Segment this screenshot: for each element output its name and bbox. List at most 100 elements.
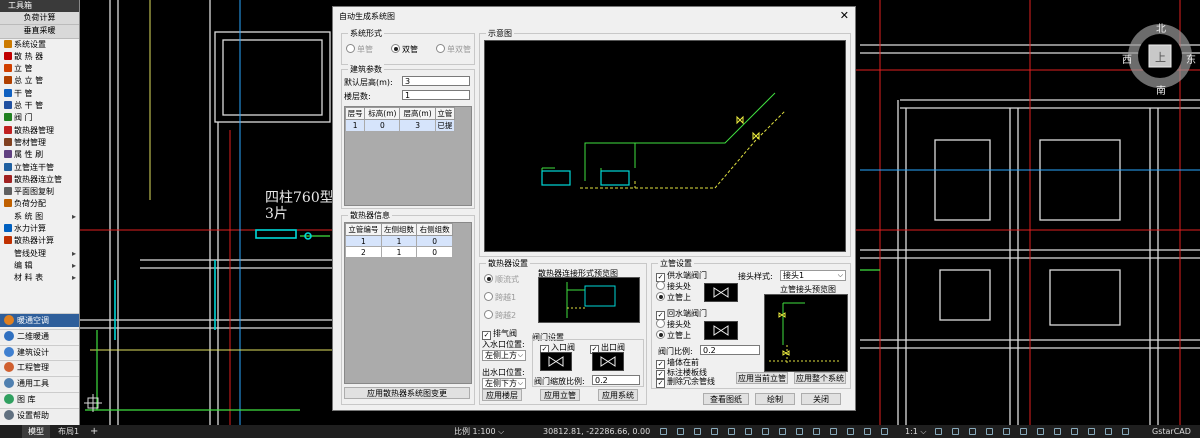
toolbox-header-0[interactable]: 负荷计算: [0, 12, 79, 26]
toolbox-item-4[interactable]: 干 管: [0, 88, 79, 100]
compass-south[interactable]: 南: [1156, 82, 1166, 97]
toolbox-item-10[interactable]: 立管连干管: [0, 162, 79, 174]
view-drawing-button[interactable]: 查看图纸: [703, 393, 749, 405]
return-position-radio-0[interactable]: 接头处: [656, 319, 691, 330]
supply-position-radio-1[interactable]: 立管上: [656, 292, 691, 303]
table-header[interactable]: 立管: [434, 107, 456, 120]
table-cell[interactable]: 1: [380, 246, 418, 258]
status-tool-icon[interactable]: [1037, 428, 1044, 435]
toolbox-item-15[interactable]: 水力计算: [0, 223, 79, 235]
compass-west[interactable]: 西: [1122, 51, 1132, 66]
status-tool-icon[interactable]: [711, 428, 718, 435]
toolbox-item-12[interactable]: 平面图复制: [0, 186, 79, 198]
status-tool-icon[interactable]: [1122, 428, 1129, 435]
status-tool-icon[interactable]: [969, 428, 976, 435]
valve-scale-input[interactable]: 0.2: [592, 375, 640, 385]
toolbox-item-1[interactable]: 散 热 器: [0, 51, 79, 63]
table-row[interactable]: 1 0 3 已提: [344, 119, 456, 132]
table-header[interactable]: 右侧组数: [416, 223, 453, 236]
floor-count-input[interactable]: 1: [402, 90, 470, 100]
status-tool-icon[interactable]: [1020, 428, 1027, 435]
close-button[interactable]: 关闭: [801, 393, 841, 405]
apply-floor-button[interactable]: 应用楼层: [482, 389, 522, 401]
status-tool-icon[interactable]: [864, 428, 871, 435]
toolbox-item-16[interactable]: 散热器计算: [0, 235, 79, 247]
valve-ratio-input[interactable]: 0.2: [700, 345, 760, 355]
module-tab-5[interactable]: 图 库: [0, 392, 79, 406]
tab-model[interactable]: 模型: [22, 425, 50, 438]
toolbox-item-13[interactable]: 负荷分配: [0, 198, 79, 210]
table-cell[interactable]: 0: [416, 246, 453, 258]
compass-top-face[interactable]: 上: [1155, 49, 1166, 65]
status-tool-icon[interactable]: [779, 428, 786, 435]
status-tool-icon[interactable]: [796, 428, 803, 435]
draw-button[interactable]: 绘制: [755, 393, 795, 405]
system-form-radio-0[interactable]: 单管: [346, 44, 373, 55]
viewcube-compass[interactable]: 北 南 西 东 上: [1120, 16, 1198, 97]
status-tool-icon[interactable]: [847, 428, 854, 435]
toolbox-item-2[interactable]: 立 管: [0, 63, 79, 75]
table-row[interactable]: 210: [345, 246, 453, 258]
annotation-scale[interactable]: 1:1 ⌵: [905, 425, 926, 438]
status-tool-icon[interactable]: [1088, 428, 1095, 435]
tab-layout1[interactable]: 布局1: [52, 425, 85, 438]
apply-riser-button[interactable]: 应用立管: [540, 389, 580, 401]
toolbox-item-9[interactable]: 属 性 刷: [0, 149, 79, 161]
status-tool-icon[interactable]: [1054, 428, 1061, 435]
outlet-position-select[interactable]: 左侧下方: [482, 378, 526, 389]
table-header[interactable]: 层高(m): [399, 107, 436, 120]
table-cell[interactable]: 2: [345, 246, 382, 258]
toolbox-item-18[interactable]: 编 辑 ▸: [0, 260, 79, 272]
status-tool-icon[interactable]: [952, 428, 959, 435]
toolbox-item-6[interactable]: 阀 门: [0, 112, 79, 124]
module-tab-3[interactable]: 工程管理: [0, 360, 79, 375]
toolbox-item-3[interactable]: 总 立 管: [0, 75, 79, 87]
apply-whole-system-button[interactable]: 应用整个系统: [794, 372, 846, 384]
system-form-radio-1[interactable]: 双管: [391, 44, 418, 55]
table-row[interactable]: 110: [345, 235, 453, 247]
module-tab-0[interactable]: 暖通空调: [0, 313, 79, 327]
status-tool-icon[interactable]: [1071, 428, 1078, 435]
radiator-type-radio-1[interactable]: 跨越1: [484, 292, 516, 303]
table-header[interactable]: 立管编号: [345, 223, 382, 236]
table-header[interactable]: 层号: [344, 107, 366, 120]
status-tool-icon[interactable]: [660, 428, 667, 435]
radiator-type-radio-0[interactable]: 顺流式: [484, 274, 519, 285]
supply-position-radio-0[interactable]: 接头处: [656, 281, 691, 292]
riser-option-checkbox-2[interactable]: ✓ 删除冗余管线: [656, 376, 715, 388]
scale-select[interactable]: 比例 1:100 ⌵: [454, 425, 504, 438]
toolbox-item-8[interactable]: 管材管理: [0, 137, 79, 149]
table-header[interactable]: 左侧组数: [380, 223, 418, 236]
status-tool-icon[interactable]: [728, 428, 735, 435]
toolbox-item-11[interactable]: 散热器连立管: [0, 174, 79, 186]
status-tool-icon[interactable]: [1003, 428, 1010, 435]
table-cell[interactable]: 已提: [434, 119, 456, 132]
status-tool-icon[interactable]: [677, 428, 684, 435]
module-tab-4[interactable]: 通用工具: [0, 376, 79, 391]
toolbox-item-14[interactable]: 系 统 图 ▸: [0, 211, 79, 223]
status-tool-icon[interactable]: [745, 428, 752, 435]
toolbox-item-5[interactable]: 总 干 管: [0, 100, 79, 112]
toolbox-header-1[interactable]: 垂直采暖: [0, 25, 79, 39]
compass-north[interactable]: 北: [1156, 20, 1166, 35]
add-layout-button[interactable]: +: [90, 425, 98, 438]
table-cell[interactable]: 1: [345, 235, 382, 247]
status-tool-icon[interactable]: [935, 428, 942, 435]
floor-height-input[interactable]: 3: [402, 76, 470, 86]
system-form-radio-2[interactable]: 单双管: [436, 44, 471, 55]
toolbox-item-7[interactable]: 散热器管理: [0, 125, 79, 137]
table-cell[interactable]: 0: [416, 235, 453, 247]
table-cell[interactable]: 3: [399, 119, 436, 132]
apply-system-button[interactable]: 应用系统: [598, 389, 638, 401]
joint-style-select[interactable]: 接头1: [780, 270, 846, 281]
status-tool-icon[interactable]: [1105, 428, 1112, 435]
apply-radiator-diagram-button[interactable]: 应用散热器系统图变更: [344, 387, 470, 399]
status-tool-icon[interactable]: [830, 428, 837, 435]
module-tab-6[interactable]: 设置帮助: [0, 407, 79, 422]
table-header[interactable]: 标高(m): [364, 107, 401, 120]
status-tool-icon[interactable]: [694, 428, 701, 435]
table-cell[interactable]: 1: [344, 119, 366, 132]
status-tool-icon[interactable]: [881, 428, 888, 435]
status-tool-icon[interactable]: [762, 428, 769, 435]
apply-current-riser-button[interactable]: 应用当前立管: [736, 372, 788, 384]
